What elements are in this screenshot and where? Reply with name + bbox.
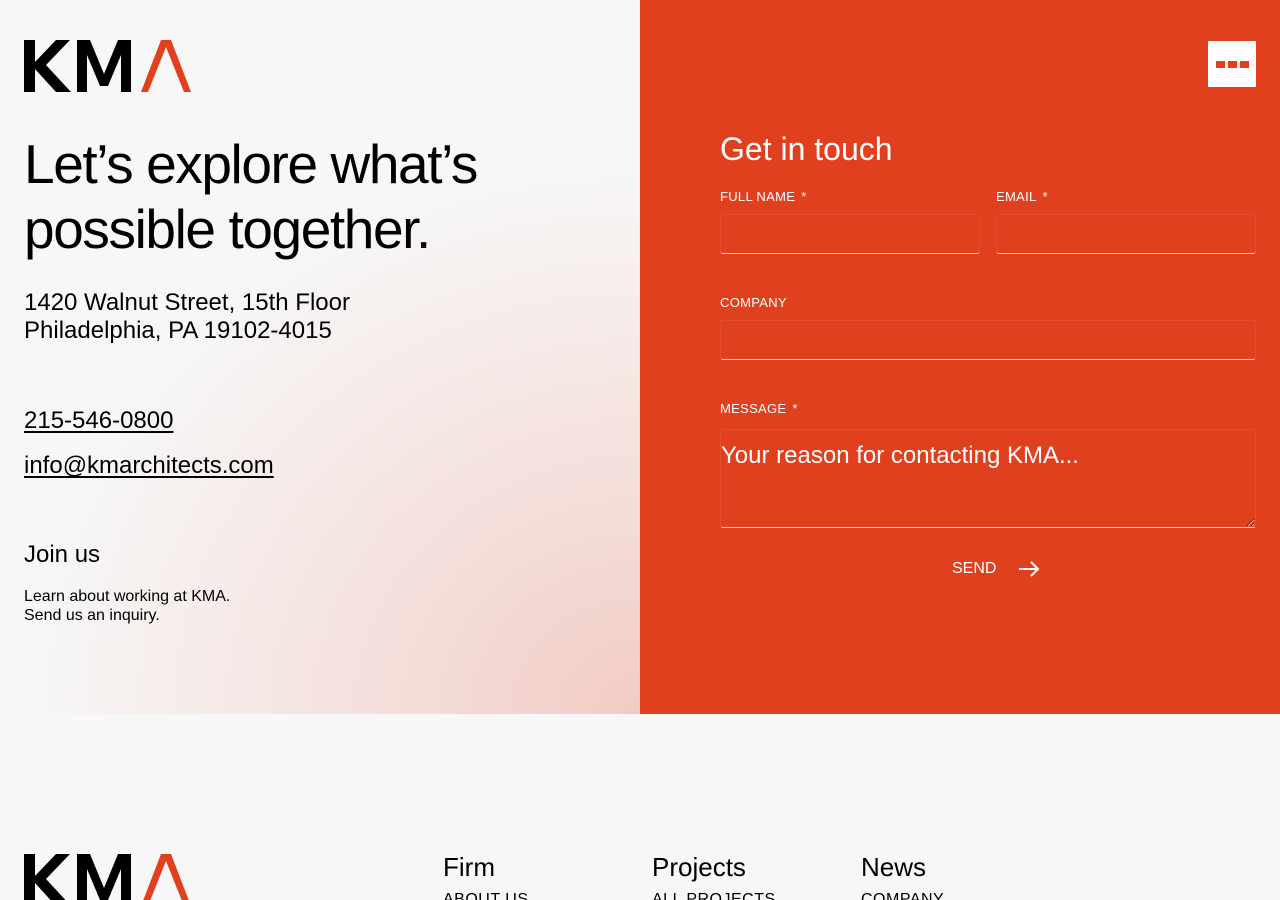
company-input[interactable] [720, 320, 1256, 360]
footer-company-news-link[interactable]: COMPANY [861, 890, 944, 900]
full-name-label: FULL NAME * [720, 189, 807, 204]
contact-section: Let’s explore what’s possible together. … [0, 0, 1280, 714]
required-marker: * [801, 189, 807, 204]
company-label: COMPANY [720, 295, 787, 310]
join-us-heading: Join us [24, 541, 101, 568]
footer-projects-heading: Projects [652, 852, 746, 882]
kma-footer-logo[interactable] [24, 854, 192, 900]
email-input[interactable] [996, 214, 1256, 254]
send-button[interactable]: SEND [952, 558, 1040, 580]
message-label: MESSAGE * [720, 401, 798, 416]
arrow-right-icon [1019, 561, 1040, 577]
form-title: Get in touch [720, 131, 893, 167]
join-us-links: Learn about working at KMA. Send us an i… [24, 587, 230, 625]
footer-news-heading: News [861, 852, 927, 882]
menu-dots-icon [1215, 60, 1249, 68]
footer-about-us-link[interactable]: ABOUT US [443, 890, 529, 900]
email-label: EMAIL * [996, 189, 1048, 204]
kma-logo[interactable] [24, 40, 192, 92]
menu-button[interactable] [1208, 41, 1256, 87]
inquiry-link[interactable]: Send us an inquiry. [24, 606, 230, 625]
office-address: 1420 Walnut Street, 15th Floor Philadelp… [24, 289, 350, 345]
full-name-input[interactable] [720, 214, 980, 254]
contact-form-panel: Get in touch FULL NAME * EMAIL * COMPANY M… [640, 0, 1280, 714]
careers-link[interactable]: Learn about working at KMA. [24, 587, 230, 606]
send-label: SEND [952, 560, 997, 577]
required-marker: * [1042, 189, 1048, 204]
footer-firm-heading: Firm [443, 852, 495, 882]
page-headline: Let’s explore what’s possible together. [24, 133, 478, 260]
address-line-1: 1420 Walnut Street, 15th Floor [24, 289, 350, 316]
address-line-2: Philadelphia, PA 19102-4015 [24, 317, 332, 344]
email-link[interactable]: info@kmarchitects.com [24, 452, 274, 480]
contact-info-panel: Let’s explore what’s possible together. … [0, 0, 640, 714]
footer-all-projects-link[interactable]: ALL PROJECTS [652, 890, 776, 900]
phone-link[interactable]: 215-546-0800 [24, 407, 173, 435]
message-textarea[interactable] [720, 429, 1256, 528]
required-marker: * [792, 401, 798, 416]
